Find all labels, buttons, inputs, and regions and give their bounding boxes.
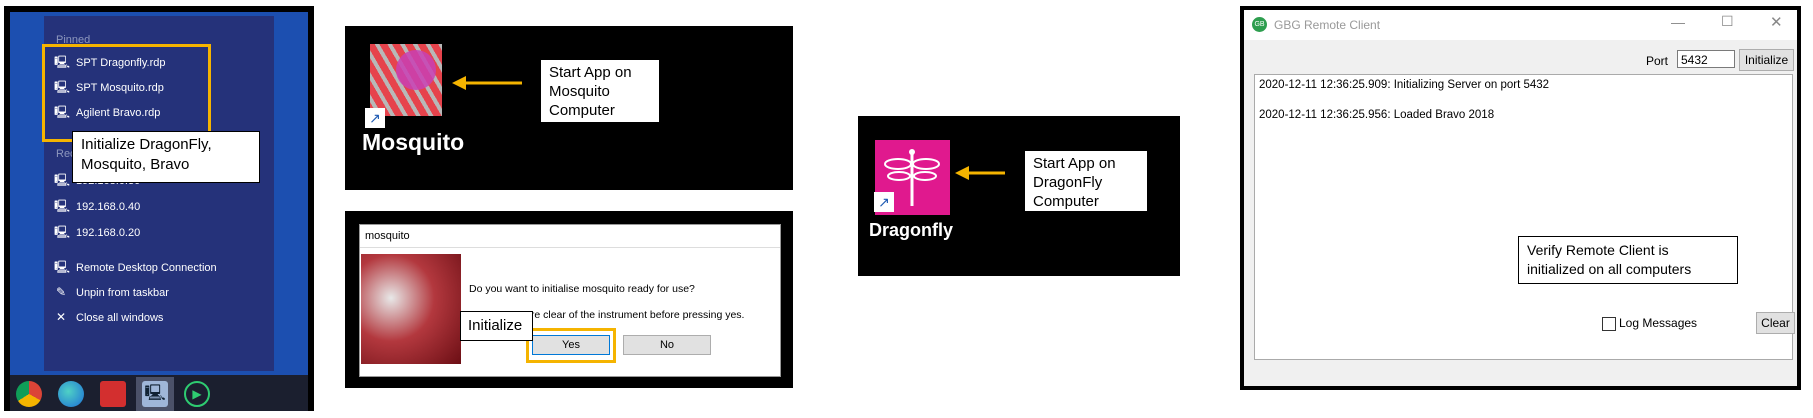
unpin-icon: ✎ (55, 285, 67, 299)
unpin-item[interactable]: ✎ Unpin from taskbar (54, 282, 169, 302)
log-messages-checkbox[interactable] (1602, 317, 1616, 331)
computer-icon: 🖳 (54, 225, 71, 239)
clear-button[interactable]: Clear (1756, 312, 1795, 334)
mosquito-dialog: mosquito Do you want to initialise mosqu… (359, 224, 781, 377)
port-input[interactable]: 5432 (1677, 50, 1735, 68)
media-icon[interactable]: ▶ (184, 381, 210, 407)
log-line: 2020-12-11 12:36:25.909: Initializing Se… (1259, 79, 1550, 91)
jump-list-callout: Initialize DragonFly, Mosquito, Bravo (72, 131, 260, 183)
dragonfly-icon-label: Dragonfly (869, 220, 954, 240)
computer-icon: 🖳 (54, 199, 71, 213)
close-all-windows-item[interactable]: ✕ Close all windows (54, 307, 163, 327)
log-textbox[interactable]: 2020-12-11 12:36:25.909: Initializing Se… (1254, 74, 1793, 360)
dialog-title: mosquito (365, 230, 410, 242)
dragonfly-arrow (955, 166, 1005, 180)
pinned-highlight-box (42, 44, 211, 142)
dialog-callout: Initialize (460, 311, 533, 341)
mosquito-dialog-panel: mosquito Do you want to initialise mosqu… (345, 211, 793, 388)
gbg-app-icon: GB (1252, 17, 1267, 32)
mosquito-arrow (452, 76, 522, 90)
log-messages-label: Log Messages (1619, 316, 1698, 330)
recent-item[interactable]: 🖳 192.168.0.20 (54, 222, 140, 242)
dragonfly-callout: Start App on DragonFly Computer (1024, 150, 1148, 212)
no-button[interactable]: No (623, 335, 711, 355)
remote-desktop-connection-item[interactable]: 🖳 Remote Desktop Connection (54, 257, 217, 277)
maximize-icon[interactable]: ☐ (1721, 13, 1734, 30)
jump-list-panel: Pinned 🖳 SPT Dragonfly.rdp 🖳 SPT Mosquito.… (4, 6, 314, 411)
mosquito-app-icon[interactable] (370, 44, 442, 116)
yes-button[interactable]: Yes (532, 335, 610, 355)
dragonfly-shortcut-panel: ↗ Dragonfly Start App on DragonFly Compu… (858, 116, 1180, 276)
remote-desktop-icon[interactable]: 🖳 (142, 381, 168, 407)
minimize-icon[interactable]: — (1671, 14, 1685, 30)
mosquito-banner-image (361, 254, 461, 364)
edge-icon[interactable] (58, 381, 84, 407)
window-title: GBG Remote Client (1274, 18, 1381, 32)
remote-client-panel: GB GBG Remote Client — ☐ ✕ Port 5432 Ini… (1240, 6, 1801, 390)
computer-icon: 🖳 (54, 173, 71, 187)
chrome-icon[interactable] (16, 381, 42, 407)
shortcut-arrow-icon: ↗ (365, 108, 385, 128)
initialize-button[interactable]: Initialize (1739, 49, 1794, 71)
mosquito-plate-graphic (396, 50, 436, 90)
shortcut-arrow-icon: ↗ (874, 192, 894, 212)
close-icon: ✕ (55, 310, 67, 324)
dialog-question: Do you want to initialise mosquito ready… (469, 283, 695, 295)
log-line: 2020-12-11 12:36:25.956: Loaded Bravo 20… (1259, 109, 1495, 121)
close-icon[interactable]: ✕ (1770, 13, 1783, 31)
mosquito-shortcut-panel: ↗ Mosquito Start App on Mosquito Compute… (345, 26, 793, 190)
recent-item[interactable]: 🖳 192.168.0.40 (54, 196, 140, 216)
remote-desktop-icon: 🖳 (54, 260, 71, 274)
mosquito-icon-label: Mosquito (362, 129, 465, 155)
remote-client-callout: Verify Remote Client is initialized on a… (1518, 236, 1738, 284)
remote-client-window: GB GBG Remote Client — ☐ ✕ Port 5432 Ini… (1244, 10, 1797, 386)
red-app-icon[interactable] (100, 381, 126, 407)
mosquito-callout: Start App on Mosquito Computer (540, 59, 660, 123)
port-label: Port (1646, 54, 1669, 68)
